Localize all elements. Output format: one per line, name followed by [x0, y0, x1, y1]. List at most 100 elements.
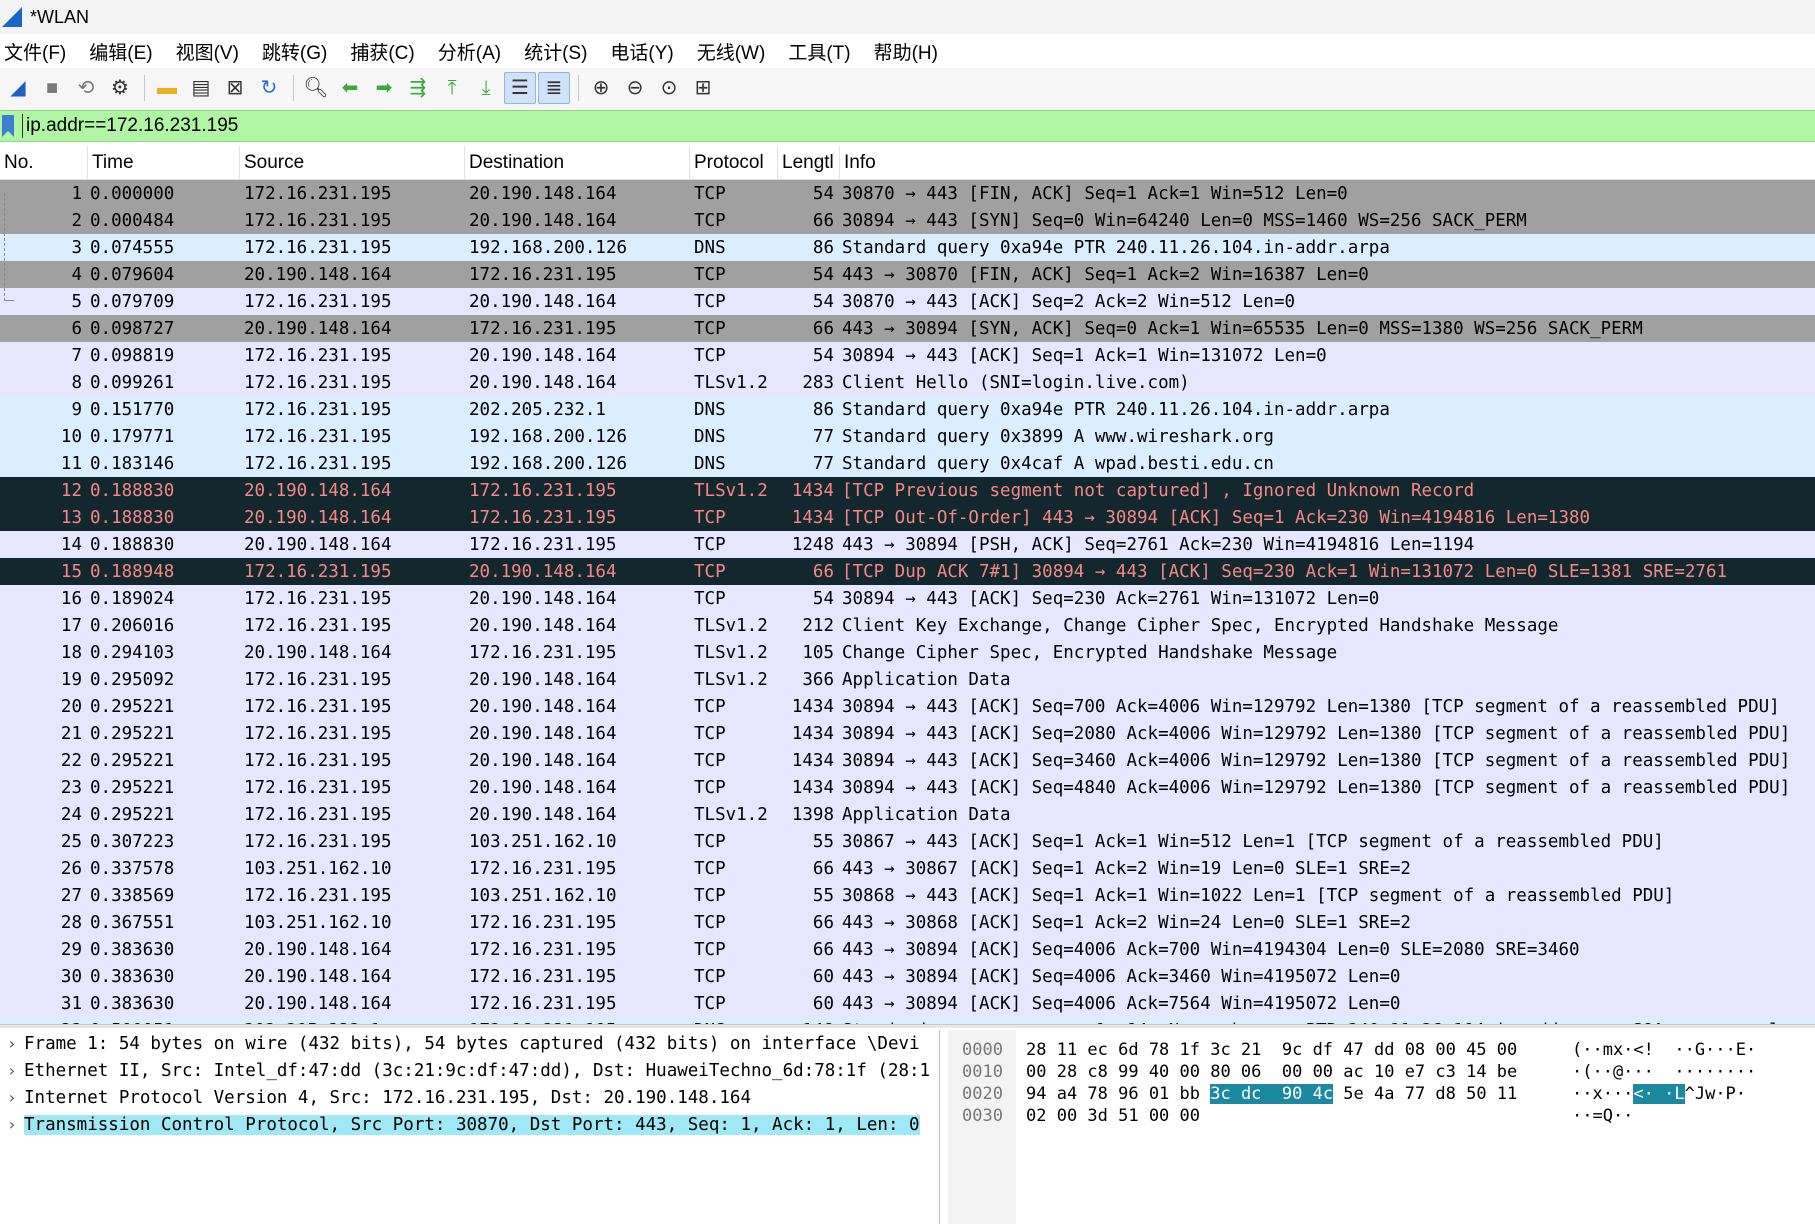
expand-arrow-icon[interactable]: ›	[0, 1034, 24, 1053]
packet-row[interactable]: 5 0.079709 172.16.231.195 20.190.148.164 TCP…	[0, 288, 1815, 315]
packet-destination: 172.16.231.195	[469, 912, 617, 933]
packet-row[interactable]: 23 0.295221 172.16.231.195 20.190.148.164 TC…	[0, 774, 1815, 801]
column-header-time[interactable]: Time	[88, 146, 240, 180]
menu-telephony[interactable]: 电话(Y)	[610, 38, 683, 65]
menu-go[interactable]: 跳转(G)	[262, 38, 337, 65]
byte-ascii[interactable]: ··=Q··	[1572, 1106, 1633, 1128]
go-forward-icon[interactable]: ➡	[368, 72, 400, 104]
packet-row[interactable]: 24 0.295221 172.16.231.195 20.190.148.164 TL…	[0, 801, 1815, 828]
packet-row[interactable]: 18 0.294103 20.190.148.164 172.16.231.195 TL…	[0, 639, 1815, 666]
byte-ascii[interactable]: ··x···<· ·L^Jw·P·	[1572, 1084, 1746, 1106]
byte-ascii[interactable]: ·(··@··· ········	[1572, 1062, 1756, 1084]
packet-row[interactable]: 25 0.307223 172.16.231.195 103.251.162.10 TC…	[0, 828, 1815, 855]
go-last-icon[interactable]: ⤓	[470, 72, 502, 104]
find-packet-icon[interactable]: 🔍︎	[300, 72, 332, 104]
packet-row[interactable]: 1 0.000000 172.16.231.195 20.190.148.164 TCP…	[0, 180, 1815, 207]
packet-row[interactable]: 20 0.295221 172.16.231.195 20.190.148.164 TC…	[0, 693, 1815, 720]
auto-scroll-icon[interactable]: ☰	[504, 72, 536, 104]
go-first-icon[interactable]: ⤒	[436, 72, 468, 104]
display-filter-bar	[0, 110, 1815, 142]
packet-row[interactable]: 16 0.189024 172.16.231.195 20.190.148.164 TC…	[0, 585, 1815, 612]
expand-arrow-icon[interactable]: ›	[0, 1115, 24, 1134]
packet-row[interactable]: 320.500051202.205.232.1172.16.231.195DNS…	[0, 1017, 1815, 1024]
start-capture-icon[interactable]: ◢	[2, 72, 34, 104]
stop-capture-icon[interactable]: ■	[36, 72, 68, 104]
column-header-info[interactable]: Info	[840, 146, 1815, 180]
packet-row[interactable]: 14 0.188830 20.190.148.164 172.16.231.195 TC…	[0, 531, 1815, 558]
go-to-packet-icon[interactable]: ⇶	[402, 72, 434, 104]
expand-arrow-icon[interactable]: ›	[0, 1088, 24, 1107]
menu-view[interactable]: 视图(V)	[176, 38, 249, 65]
menu-file[interactable]: 文件(F)	[4, 38, 76, 65]
packet-row[interactable]: 21 0.295221 172.16.231.195 20.190.148.164 TC…	[0, 720, 1815, 747]
byte-hex[interactable]: 00 28 c8 99 40 00 80 06 00 00 ac 10 e7 c…	[1026, 1062, 1517, 1084]
packet-row[interactable]: 4 0.079604 20.190.148.164 172.16.231.195 TCP…	[0, 261, 1815, 288]
packet-row[interactable]: 28 0.367551 103.251.162.10 172.16.231.195 TC…	[0, 909, 1815, 936]
menu-wireless[interactable]: 无线(W)	[697, 38, 776, 65]
expand-arrow-icon[interactable]: ›	[0, 1061, 24, 1080]
menu-help[interactable]: 帮助(H)	[874, 38, 948, 65]
packet-row[interactable]: 30 0.383630 20.190.148.164 172.16.231.195 TC…	[0, 963, 1815, 990]
reload-file-icon[interactable]: ↻	[253, 72, 285, 104]
packet-row[interactable]: 22 0.295221 172.16.231.195 20.190.148.164 TC…	[0, 747, 1815, 774]
pane-splitter[interactable]	[0, 1024, 1815, 1028]
packet-time: 0.295221	[90, 750, 175, 771]
packet-list[interactable]: No. Time Source Destination Protocol Len…	[0, 146, 1815, 1024]
packet-source: 20.190.148.164	[244, 318, 392, 339]
packet-row[interactable]: 7 0.098819 172.16.231.195 20.190.148.164 TCP…	[0, 342, 1815, 369]
packet-row[interactable]: 3 0.074555 172.16.231.195 192.168.200.126 DN…	[0, 234, 1815, 261]
packet-bytes-pane[interactable]: 0000 28 11 ec 6d 78 1f 3c 21 9c df 47 dd …	[948, 1030, 1815, 1224]
packet-row[interactable]: 27 0.338569 172.16.231.195 103.251.162.10 TC…	[0, 882, 1815, 909]
byte-hex[interactable]: 02 00 3d 51 00 00	[1026, 1106, 1200, 1128]
packet-row[interactable]: 10 0.179771 172.16.231.195 192.168.200.126 D…	[0, 423, 1815, 450]
packet-row[interactable]: 17 0.206016 172.16.231.195 20.190.148.164 TL…	[0, 612, 1815, 639]
zoom-in-icon[interactable]: ⊕	[585, 72, 617, 104]
packet-row[interactable]: 13 0.188830 20.190.148.164 172.16.231.195 TC…	[0, 504, 1815, 531]
detail-row-frame[interactable]: › Frame 1: 54 bytes on wire (432 bits), …	[0, 1030, 939, 1057]
packet-source: 103.251.162.10	[244, 858, 392, 879]
column-header-destination[interactable]: Destination	[465, 146, 690, 180]
packet-row[interactable]: 2 0.000484 172.16.231.195 20.190.148.164 TCP…	[0, 207, 1815, 234]
restart-capture-icon[interactable]: ⟲	[70, 72, 102, 104]
packet-row[interactable]: 29 0.383630 20.190.148.164 172.16.231.195 TC…	[0, 936, 1815, 963]
menu-analyze[interactable]: 分析(A)	[438, 38, 511, 65]
byte-hex[interactable]: 94 a4 78 96 01 bb 3c dc 90 4c 5e 4a 77 d…	[1026, 1084, 1517, 1106]
packet-row[interactable]: 31 0.383630 20.190.148.164 172.16.231.195 TC…	[0, 990, 1815, 1017]
packet-protocol: TLSv1.2	[694, 669, 768, 690]
close-file-icon[interactable]: ⊠	[219, 72, 251, 104]
detail-row-ipv4[interactable]: › Internet Protocol Version 4, Src: 172.…	[0, 1084, 939, 1111]
packet-row[interactable]: 11 0.183146 172.16.231.195 192.168.200.126 D…	[0, 450, 1815, 477]
packet-details-pane[interactable]: › Frame 1: 54 bytes on wire (432 bits), …	[0, 1030, 940, 1224]
packet-row[interactable]: 15 0.188948 172.16.231.195 20.190.148.164 TC…	[0, 558, 1815, 585]
menu-tools[interactable]: 工具(T)	[788, 38, 860, 65]
packet-row[interactable]: 26 0.337578 103.251.162.10 172.16.231.195 TC…	[0, 855, 1815, 882]
display-filter-input[interactable]	[22, 114, 1722, 138]
packet-row[interactable]: 8 0.099261 172.16.231.195 20.190.148.164 TLS…	[0, 369, 1815, 396]
resize-columns-icon[interactable]: ⊞	[687, 72, 719, 104]
packet-row[interactable]: 9 0.151770 172.16.231.195 202.205.232.1 DNS 8…	[0, 396, 1815, 423]
column-header-no[interactable]: No.	[0, 146, 88, 180]
bookmark-icon[interactable]	[2, 115, 14, 137]
packet-time: 0.337578	[90, 858, 175, 879]
menu-statistics[interactable]: 统计(S)	[524, 38, 597, 65]
menu-capture[interactable]: 捕获(C)	[350, 38, 424, 65]
zoom-normal-icon[interactable]: ⊙	[653, 72, 685, 104]
column-header-protocol[interactable]: Protocol	[690, 146, 778, 180]
column-header-length[interactable]: Lengtl	[778, 146, 840, 180]
packet-row[interactable]: 6 0.098727 20.190.148.164 172.16.231.195 TCP…	[0, 315, 1815, 342]
menu-edit[interactable]: 编辑(E)	[89, 38, 162, 65]
packet-row[interactable]: 12 0.188830 20.190.148.164 172.16.231.195 TL…	[0, 477, 1815, 504]
detail-row-ethernet[interactable]: › Ethernet II, Src: Intel_df:47:dd (3c:2…	[0, 1057, 939, 1084]
save-file-icon[interactable]: ▤	[185, 72, 217, 104]
byte-ascii[interactable]: (··mx·<! ··G···E·	[1572, 1040, 1756, 1062]
open-file-icon[interactable]: ▬	[151, 72, 183, 104]
colorize-icon[interactable]: ≣	[538, 72, 570, 104]
packet-info: 443 → 30868 [ACK] Seq=1 Ack=2 Win=24 Len…	[842, 912, 1411, 933]
zoom-out-icon[interactable]: ⊖	[619, 72, 651, 104]
capture-options-icon[interactable]: ⚙	[104, 72, 136, 104]
packet-row[interactable]: 19 0.295092 172.16.231.195 20.190.148.164 TL…	[0, 666, 1815, 693]
go-back-icon[interactable]: ⬅	[334, 72, 366, 104]
column-header-source[interactable]: Source	[240, 146, 465, 180]
detail-row-tcp[interactable]: › Transmission Control Protocol, Src Por…	[0, 1111, 939, 1138]
byte-hex[interactable]: 28 11 ec 6d 78 1f 3c 21 9c df 47 dd 08 0…	[1026, 1040, 1517, 1062]
